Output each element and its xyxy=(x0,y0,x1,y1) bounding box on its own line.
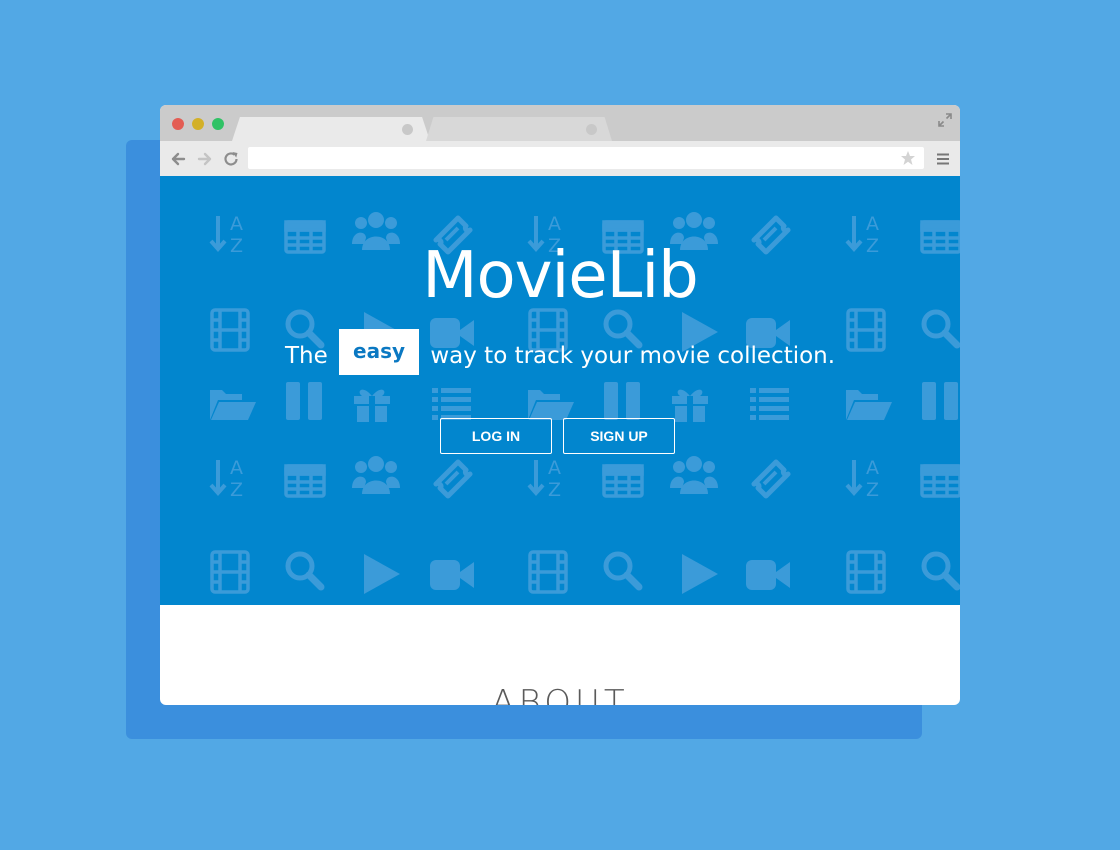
browser-window: A Z MovieLib The easy way to track your … xyxy=(160,105,960,705)
browser-titlebar xyxy=(160,105,960,141)
browser-tab-inactive[interactable] xyxy=(426,117,612,141)
tab-close-icon[interactable] xyxy=(402,124,413,135)
address-bar[interactable] xyxy=(248,147,924,169)
site-title: MovieLib xyxy=(422,239,698,313)
browser-menu-icon[interactable] xyxy=(936,152,950,166)
hero-section: A Z MovieLib The easy way to track your … xyxy=(160,176,960,605)
login-button[interactable]: LOG IN xyxy=(440,418,552,454)
reload-icon[interactable] xyxy=(222,150,240,168)
minimize-window-button[interactable] xyxy=(192,118,204,130)
browser-toolbar xyxy=(160,141,960,176)
tagline-end: way to track your movie collection. xyxy=(430,343,836,369)
about-heading: ABOUT xyxy=(491,683,629,705)
close-window-button[interactable] xyxy=(172,118,184,130)
maximize-window-button[interactable] xyxy=(212,118,224,130)
tagline-highlight-badge: easy xyxy=(339,329,420,375)
tab-close-icon[interactable] xyxy=(586,124,597,135)
bookmark-star-icon[interactable] xyxy=(900,150,916,166)
tagline: The easy way to track your movie collect… xyxy=(160,329,960,379)
back-arrow-icon[interactable] xyxy=(169,150,187,168)
tagline-start: The xyxy=(284,343,328,369)
browser-tab-active[interactable] xyxy=(232,117,430,141)
forward-arrow-icon[interactable] xyxy=(196,150,214,168)
expand-icon[interactable] xyxy=(938,113,952,127)
signup-button[interactable]: SIGN UP xyxy=(563,418,675,454)
